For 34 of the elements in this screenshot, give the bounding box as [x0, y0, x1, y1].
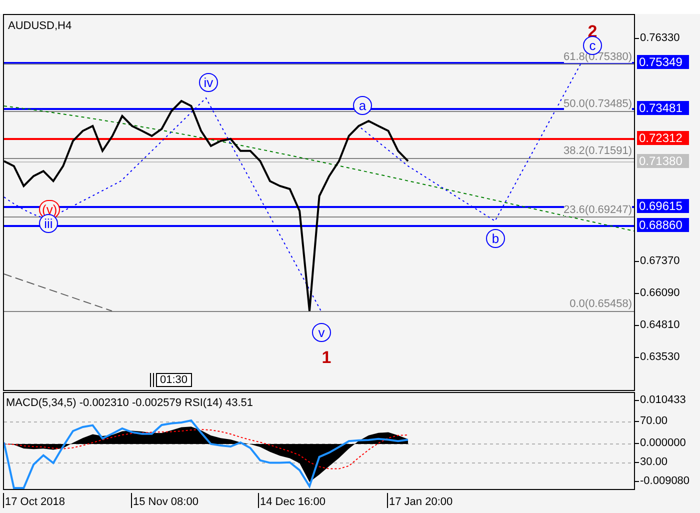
price-badge: 0.71380	[637, 154, 689, 168]
time-axis-label: 15 Nov 08:00	[131, 493, 198, 508]
symbol-label: AUDUSD,H4	[8, 19, 72, 34]
indicator-label: MACD(5,34,5) -0.002310 -0.002579 RSI(14) 43.51	[6, 396, 254, 411]
time-axis-label: 14 Dec 16:00	[258, 493, 326, 508]
double-bar-icon	[150, 373, 154, 387]
price-axis-label: 0.76330	[635, 32, 680, 44]
fib-level-label: 50.0(0.73485)	[564, 98, 632, 110]
time-axis-label: 17 Oct 2018	[3, 493, 65, 508]
time-marker: 01:30	[156, 373, 192, 387]
price-axis-label: 0.63530	[635, 351, 680, 363]
indicator-axis-label: 30.00	[635, 456, 668, 468]
time-axis-label: 17 Jan 20:00	[387, 493, 453, 508]
indicator-axis-label: 0.000000	[635, 437, 686, 449]
price-badge: 0.72312	[637, 131, 689, 145]
price-badge: 0.69615	[637, 199, 689, 213]
price-axis-label: 0.66090	[635, 287, 680, 299]
indicator-axis-label: 0.010433	[635, 394, 686, 406]
indicator-axis-label: -0.009080	[635, 475, 690, 487]
wave-label: v	[312, 323, 331, 342]
wave-label: b	[486, 229, 505, 248]
price-axis-label: 0.64810	[635, 319, 680, 331]
fib-level-label: 0.0(0.65458)	[570, 298, 632, 310]
wave-label: a	[353, 96, 372, 115]
price-axis-label: 0.67370	[635, 255, 680, 267]
fib-level-label: 61.8(0.75380)	[564, 50, 632, 63]
wave-label: iv	[199, 73, 218, 92]
fib-level-label: 23.6(0.69247)	[564, 204, 632, 216]
price-badge: 0.68860	[637, 218, 689, 232]
price-badge: 0.75349	[637, 55, 689, 69]
wave-label: 1	[320, 348, 332, 367]
price-badge: 0.73481	[637, 101, 689, 115]
indicator-axis-label: 70.00	[635, 415, 668, 427]
fib-level-label: 38.2(0.71591)	[564, 145, 632, 157]
